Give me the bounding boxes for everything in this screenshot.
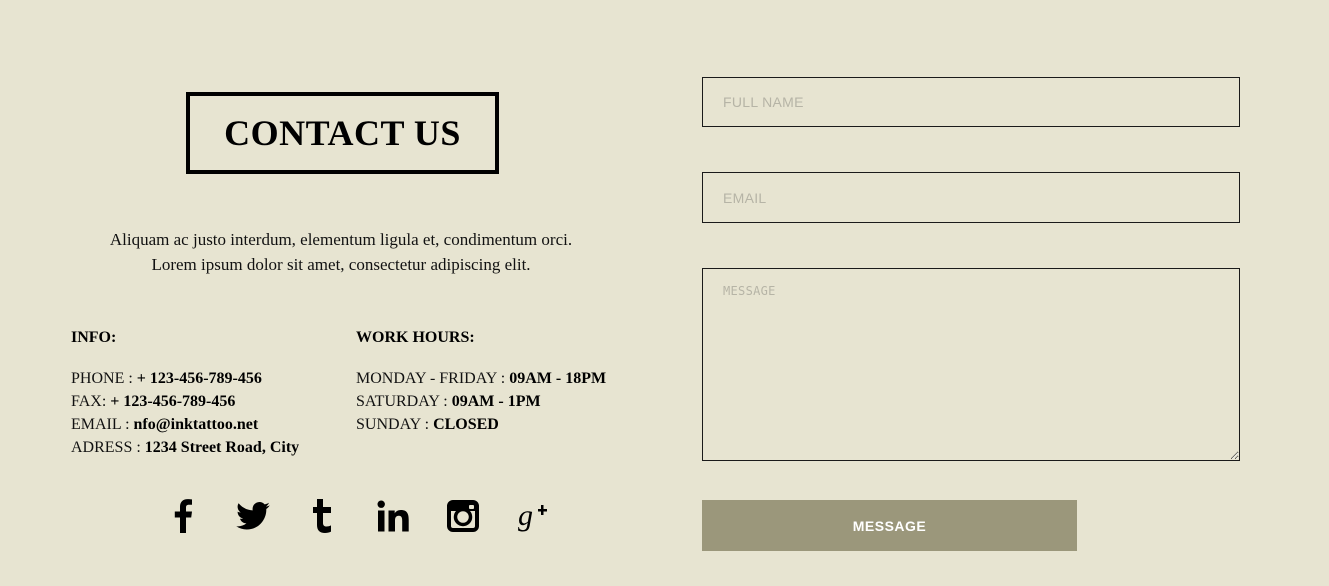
phone-label: PHONE : [71, 370, 137, 387]
social-links: g [148, 494, 568, 538]
address-value: 1234 Street Road, City [144, 439, 300, 456]
weekday-hours-line: MONDAY - FRIDAY : 09AM - 18PM [356, 367, 646, 390]
instagram-icon [447, 500, 479, 532]
send-message-button[interactable]: MESSAGE [702, 500, 1077, 551]
twitter-icon [236, 502, 270, 530]
intro-line-1: Aliquam ac justo interdum, elementum lig… [109, 230, 573, 249]
sunday-value: CLOSED [433, 416, 499, 433]
phone-value: + 123-456-789-456 [136, 370, 262, 387]
linkedin-icon [377, 500, 409, 532]
twitter-link[interactable] [218, 494, 288, 538]
page-title: CONTACT US [224, 113, 461, 153]
email-line: EMAIL : nfo@inktattoo.net [71, 413, 341, 436]
tumblr-link[interactable] [288, 494, 358, 538]
google-plus-icon: g [518, 499, 547, 532]
info-title: INFO: [71, 329, 117, 346]
sunday-label: SUNDAY : [356, 416, 434, 433]
instagram-link[interactable] [428, 494, 498, 538]
svg-text:g: g [518, 499, 533, 532]
facebook-link[interactable] [148, 494, 218, 538]
saturday-hours-line: SATURDAY : 09AM - 1PM [356, 390, 646, 413]
fax-label: FAX: [71, 393, 111, 410]
address-label: ADRESS : [71, 439, 145, 456]
info-section: INFO: PHONE : + 123-456-789-456 FAX: + 1… [71, 328, 341, 459]
saturday-value: 09AM - 1PM [451, 393, 541, 410]
intro-line-2: Lorem ipsum dolor sit amet, consectetur … [151, 255, 531, 274]
sunday-hours-line: SUNDAY : CLOSED [356, 413, 646, 436]
email-input[interactable] [702, 172, 1240, 223]
fax-value: + 123-456-789-456 [110, 393, 236, 410]
email-value: nfo@inktattoo.net [133, 416, 259, 433]
linkedin-link[interactable] [358, 494, 428, 538]
work-hours-title: WORK HOURS: [356, 329, 475, 346]
contact-heading-box: CONTACT US [186, 92, 499, 174]
weekday-label: MONDAY - FRIDAY : [356, 370, 510, 387]
phone-line: PHONE : + 123-456-789-456 [71, 367, 341, 390]
message-textarea[interactable] [702, 268, 1240, 461]
weekday-value: 09AM - 18PM [509, 370, 607, 387]
google-plus-link[interactable]: g [498, 494, 568, 538]
fax-line: FAX: + 123-456-789-456 [71, 390, 341, 413]
email-label: EMAIL : [71, 416, 134, 433]
saturday-label: SATURDAY : [356, 393, 452, 410]
facebook-icon [174, 499, 192, 533]
address-line: ADRESS : 1234 Street Road, City [71, 436, 341, 459]
intro-text: Aliquam ac justo interdum, elementum lig… [66, 227, 616, 277]
work-hours-section: WORK HOURS: MONDAY - FRIDAY : 09AM - 18P… [356, 328, 646, 436]
full-name-input[interactable] [702, 77, 1240, 127]
tumblr-icon [313, 499, 331, 533]
